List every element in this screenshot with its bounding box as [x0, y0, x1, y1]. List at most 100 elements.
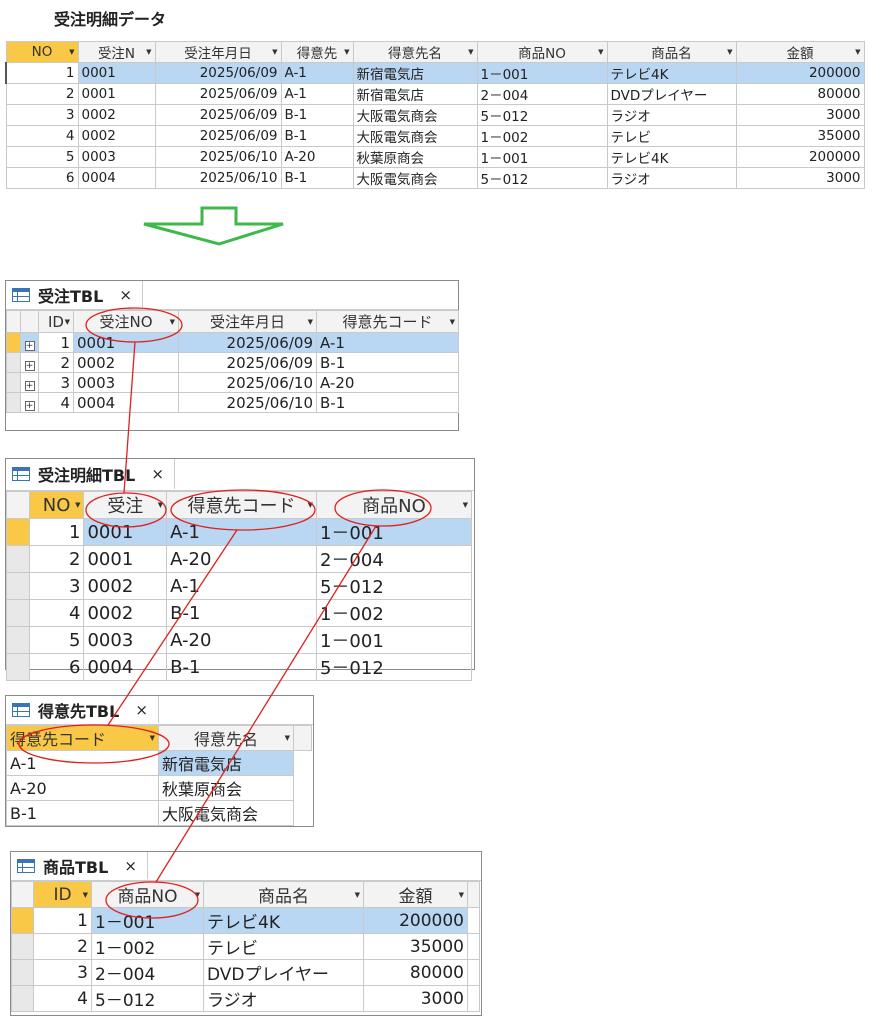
- table-cell[interactable]: 0004: [77, 167, 156, 189]
- table-cell[interactable]: 4: [33, 985, 92, 1012]
- row-selector[interactable]: [6, 332, 21, 353]
- select-all-corner[interactable]: [11, 881, 34, 908]
- row-selector[interactable]: [6, 572, 30, 600]
- dropdown-arrow-icon[interactable]: ▼: [355, 891, 360, 899]
- table-cell[interactable]: 1－001: [315, 626, 473, 654]
- column-header-customer-name[interactable]: 得意先名 ▼: [352, 41, 478, 63]
- table-cell[interactable]: 大阪電気商会: [352, 125, 478, 147]
- table-cell[interactable]: テレビ4K: [203, 907, 364, 934]
- table-cell[interactable]: 0001: [83, 518, 168, 546]
- table-cell[interactable]: 0001: [77, 83, 156, 105]
- column-header-order-date[interactable]: 受注年月日 ▼: [154, 41, 282, 63]
- table-cell[interactable]: 80000: [735, 83, 865, 105]
- table-cell[interactable]: 1－002: [91, 933, 204, 960]
- table-cell[interactable]: 1－001: [315, 518, 473, 546]
- table-cell[interactable]: 0004: [73, 392, 179, 413]
- close-icon[interactable]: ×: [151, 465, 164, 483]
- table-row[interactable]: 3 0002 A-1 5－012: [6, 572, 473, 600]
- table-row[interactable]: 4 0002 2025/06/09 B-1 大阪電気商会 1－002 テレビ 35000: [5, 125, 865, 147]
- table-cell[interactable]: 2025/06/10: [178, 372, 317, 393]
- column-header-product-name[interactable]: 商品名 ▼: [606, 41, 737, 63]
- table-cell[interactable]: 2025/06/09: [154, 125, 282, 147]
- dropdown-arrow-icon[interactable]: ▼: [285, 734, 290, 742]
- row-selector[interactable]: [11, 985, 34, 1012]
- table-cell[interactable]: 1－001: [476, 146, 608, 168]
- table-cell[interactable]: B-1: [280, 125, 354, 147]
- table-cell[interactable]: 0001: [77, 62, 156, 84]
- row-selector[interactable]: [6, 518, 30, 546]
- tab-customer-tbl[interactable]: 得意先TBL ×: [6, 696, 159, 723]
- dropdown-arrow-icon[interactable]: ▼: [598, 48, 603, 56]
- table-cell[interactable]: B-1: [166, 599, 317, 627]
- row-selector[interactable]: [6, 653, 30, 681]
- table-cell[interactable]: 80000: [363, 959, 468, 986]
- table-cell[interactable]: 200000: [735, 62, 865, 84]
- expand-cell[interactable]: +: [20, 392, 39, 413]
- table-cell[interactable]: A-20: [316, 372, 459, 393]
- table-cell[interactable]: 2: [28, 545, 85, 573]
- table-cell[interactable]: 新宿電気店: [158, 750, 295, 776]
- table-row[interactable]: +1 0001 2025/06/09 A-1: [6, 332, 459, 353]
- row-selector[interactable]: [6, 392, 21, 413]
- row-selector[interactable]: [6, 372, 21, 393]
- table-cell[interactable]: 6: [5, 167, 79, 189]
- table-cell[interactable]: 新宿電気店: [352, 83, 478, 105]
- table-row[interactable]: 5 0003 A-20 1－001: [6, 626, 473, 654]
- table-cell[interactable]: A-20: [5, 775, 160, 801]
- expand-cell[interactable]: +: [20, 352, 39, 373]
- dropdown-arrow-icon[interactable]: ▼: [459, 891, 464, 899]
- table-row[interactable]: B-1 大阪電気商会: [5, 800, 312, 826]
- table-cell[interactable]: 1: [38, 332, 74, 353]
- column-header-no[interactable]: NO ▼: [28, 491, 85, 519]
- column-header-product-no[interactable]: 商品NO ▼: [315, 491, 473, 519]
- table-cell[interactable]: B-1: [280, 104, 354, 126]
- table-cell[interactable]: ラジオ: [606, 167, 737, 189]
- table-cell[interactable]: A-20: [166, 545, 317, 573]
- table-row[interactable]: A-1 新宿電気店: [5, 750, 312, 776]
- table-cell[interactable]: 3: [5, 104, 79, 126]
- table-cell[interactable]: 3: [33, 959, 92, 986]
- column-header-product-no[interactable]: 商品NO ▼: [91, 881, 204, 908]
- table-cell[interactable]: 2: [33, 933, 92, 960]
- table-cell[interactable]: 4: [28, 599, 85, 627]
- table-cell[interactable]: 3000: [735, 167, 865, 189]
- table-cell[interactable]: 0002: [77, 125, 156, 147]
- table-cell[interactable]: A-1: [280, 83, 354, 105]
- table-cell[interactable]: 0001: [83, 545, 168, 573]
- column-header-order-date[interactable]: 受注年月日 ▼: [178, 310, 317, 333]
- dropdown-arrow-icon[interactable]: ▼: [855, 48, 860, 56]
- table-cell[interactable]: 0002: [83, 572, 168, 600]
- table-row[interactable]: +3 0003 2025/06/10 A-20: [6, 372, 459, 393]
- close-icon[interactable]: ×: [119, 286, 132, 304]
- table-cell[interactable]: DVDプレイヤー: [606, 83, 737, 105]
- table-row[interactable]: 2 0001 2025/06/09 A-1 新宿電気店 2－004 DVDプレイヤー 8000…: [5, 83, 865, 105]
- row-selector[interactable]: [6, 545, 30, 573]
- dropdown-arrow-icon[interactable]: ▼: [272, 48, 277, 56]
- table-cell[interactable]: ラジオ: [606, 104, 737, 126]
- table-cell[interactable]: 2－004: [91, 959, 204, 986]
- table-cell[interactable]: 4: [38, 392, 74, 413]
- table-cell[interactable]: ラジオ: [203, 985, 364, 1012]
- table-cell[interactable]: 5－012: [315, 653, 473, 681]
- table-cell[interactable]: 0003: [83, 626, 168, 654]
- table-cell[interactable]: 2025/06/10: [154, 146, 282, 168]
- dropdown-arrow-icon[interactable]: ▼: [344, 48, 349, 56]
- dropdown-arrow-icon[interactable]: ▼: [146, 48, 151, 56]
- close-icon[interactable]: ×: [124, 857, 137, 875]
- table-cell[interactable]: 1－002: [315, 599, 473, 627]
- table-cell[interactable]: 35000: [735, 125, 865, 147]
- dropdown-arrow-icon[interactable]: ▼: [468, 48, 473, 56]
- table-cell[interactable]: 秋葉原商会: [352, 146, 478, 168]
- table-cell[interactable]: 1－001: [91, 907, 204, 934]
- dropdown-arrow-icon[interactable]: ▼: [158, 501, 163, 509]
- table-cell[interactable]: 1－002: [476, 125, 608, 147]
- table-cell[interactable]: 0003: [77, 146, 156, 168]
- select-all-corner[interactable]: [6, 310, 21, 333]
- table-row[interactable]: 1 1－001 テレビ4K 200000: [11, 907, 480, 934]
- table-row[interactable]: 6 0004 B-1 5－012: [6, 653, 473, 681]
- table-cell[interactable]: テレビ: [606, 125, 737, 147]
- tab-order-tbl[interactable]: 受注TBL ×: [6, 281, 143, 308]
- table-cell[interactable]: DVDプレイヤー: [203, 959, 364, 986]
- column-header-order[interactable]: 受注 ▼: [83, 491, 168, 519]
- table-cell[interactable]: 0003: [73, 372, 179, 393]
